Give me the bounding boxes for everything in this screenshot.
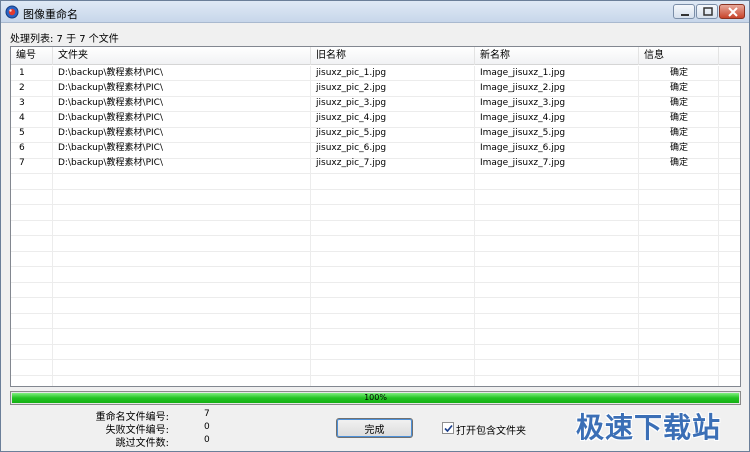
close-icon (728, 7, 738, 17)
progress-label: 100% (364, 393, 387, 402)
list-item[interactable]: 3 D:\backup\教程素材\PIC\ jisuxz_pic_3.jpg I… (11, 96, 740, 111)
row-info: 确定 (670, 98, 689, 108)
row-folder: D:\backup\教程素材\PIC\ (58, 158, 163, 168)
window-title: 图像重命名 (23, 8, 78, 21)
done-button[interactable]: 完成 (336, 418, 413, 438)
skipped-count-value: 0 (204, 435, 210, 445)
grid-line (11, 266, 740, 267)
maximize-button[interactable] (696, 4, 718, 19)
row-old-name: jisuxz_pic_7.jpg (316, 158, 387, 168)
list-item[interactable]: 2 D:\backup\教程素材\PIC\ jisuxz_pic_2.jpg I… (11, 81, 740, 96)
row-old-name: jisuxz_pic_1.jpg (316, 68, 387, 78)
grid-line (11, 297, 740, 298)
row-number: 3 (19, 98, 25, 108)
list-item[interactable]: 5 D:\backup\教程素材\PIC\ jisuxz_pic_5.jpg I… (11, 126, 740, 141)
skipped-count-label: 跳过文件数: (115, 438, 169, 449)
close-button[interactable] (719, 4, 745, 19)
row-new-name: Image_jisuxz_4.jpg (480, 113, 566, 123)
rename-window: 图像重命名 处理列表: 7 于 7 个文件 编号 文件夹 旧名称 新名称 信息 (0, 0, 750, 452)
row-folder: D:\backup\教程素材\PIC\ (58, 113, 163, 123)
column-header-old-name[interactable]: 旧名称 (311, 47, 475, 65)
grid-line (11, 313, 740, 314)
grid-line (11, 344, 740, 345)
open-folder-label[interactable]: 打开包含文件夹 (456, 422, 526, 437)
grid-line (11, 235, 740, 236)
row-folder: D:\backup\教程素材\PIC\ (58, 98, 163, 108)
column-header-new-name[interactable]: 新名称 (475, 47, 639, 65)
row-info: 确定 (670, 158, 689, 168)
file-list[interactable]: 编号 文件夹 旧名称 新名称 信息 1 D:\backup\教程素材\PIC\ … (10, 46, 741, 387)
grid-line (11, 220, 740, 221)
row-number: 4 (19, 113, 25, 123)
list-header: 编号 文件夹 旧名称 新名称 信息 (11, 47, 740, 65)
renamed-count-value: 7 (204, 409, 210, 419)
grid-line (11, 282, 740, 283)
row-old-name: jisuxz_pic_6.jpg (316, 143, 387, 153)
row-info: 确定 (670, 128, 689, 138)
row-new-name: Image_jisuxz_7.jpg (480, 158, 566, 168)
row-old-name: jisuxz_pic_3.jpg (316, 98, 387, 108)
list-item[interactable]: 4 D:\backup\教程素材\PIC\ jisuxz_pic_4.jpg I… (11, 111, 740, 126)
row-folder: D:\backup\教程素材\PIC\ (58, 83, 163, 93)
column-header-number[interactable]: 编号 (11, 47, 53, 65)
maximize-icon (703, 7, 713, 16)
checkmark-icon (444, 424, 453, 433)
row-old-name: jisuxz_pic_5.jpg (316, 128, 387, 138)
row-old-name: jisuxz_pic_2.jpg (316, 83, 387, 93)
grid-line (11, 173, 740, 174)
grid-line (11, 204, 740, 205)
list-item[interactable]: 1 D:\backup\教程素材\PIC\ jisuxz_pic_1.jpg I… (11, 66, 740, 81)
title-bar[interactable]: 图像重命名 (1, 1, 749, 23)
open-folder-checkbox[interactable] (442, 422, 454, 434)
row-number: 5 (19, 128, 25, 138)
list-item[interactable]: 7 D:\backup\教程素材\PIC\ jisuxz_pic_7.jpg I… (11, 156, 740, 171)
watermark-logo: 极速下载站 (576, 411, 722, 444)
grid-line (11, 189, 740, 190)
row-folder: D:\backup\教程素材\PIC\ (58, 68, 163, 78)
grid-line (11, 251, 740, 252)
row-new-name: Image_jisuxz_1.jpg (480, 68, 566, 78)
row-number: 7 (19, 158, 25, 168)
progress-bar: 100% (10, 391, 741, 405)
row-folder: D:\backup\教程素材\PIC\ (58, 143, 163, 153)
row-folder: D:\backup\教程素材\PIC\ (58, 128, 163, 138)
list-status-label: 处理列表: 7 于 7 个文件 (10, 34, 119, 45)
row-info: 确定 (670, 113, 689, 123)
minimize-icon (681, 14, 689, 16)
column-header-filler (719, 47, 740, 65)
column-header-folder[interactable]: 文件夹 (53, 47, 311, 65)
row-number: 6 (19, 143, 25, 153)
row-info: 确定 (670, 83, 689, 93)
row-info: 确定 (670, 68, 689, 78)
list-item[interactable]: 6 D:\backup\教程素材\PIC\ jisuxz_pic_6.jpg I… (11, 141, 740, 156)
row-new-name: Image_jisuxz_3.jpg (480, 98, 566, 108)
row-new-name: Image_jisuxz_2.jpg (480, 83, 566, 93)
grid-line (11, 359, 740, 360)
minimize-button[interactable] (673, 4, 695, 19)
row-new-name: Image_jisuxz_5.jpg (480, 128, 566, 138)
app-rename-icon (5, 5, 19, 19)
column-header-info[interactable]: 信息 (639, 47, 719, 65)
row-new-name: Image_jisuxz_6.jpg (480, 143, 566, 153)
grid-line (11, 328, 740, 329)
row-number: 2 (19, 83, 25, 93)
row-old-name: jisuxz_pic_4.jpg (316, 113, 387, 123)
row-number: 1 (19, 68, 25, 78)
failed-count-value: 0 (204, 422, 210, 432)
row-info: 确定 (670, 143, 689, 153)
grid-line (11, 375, 740, 376)
